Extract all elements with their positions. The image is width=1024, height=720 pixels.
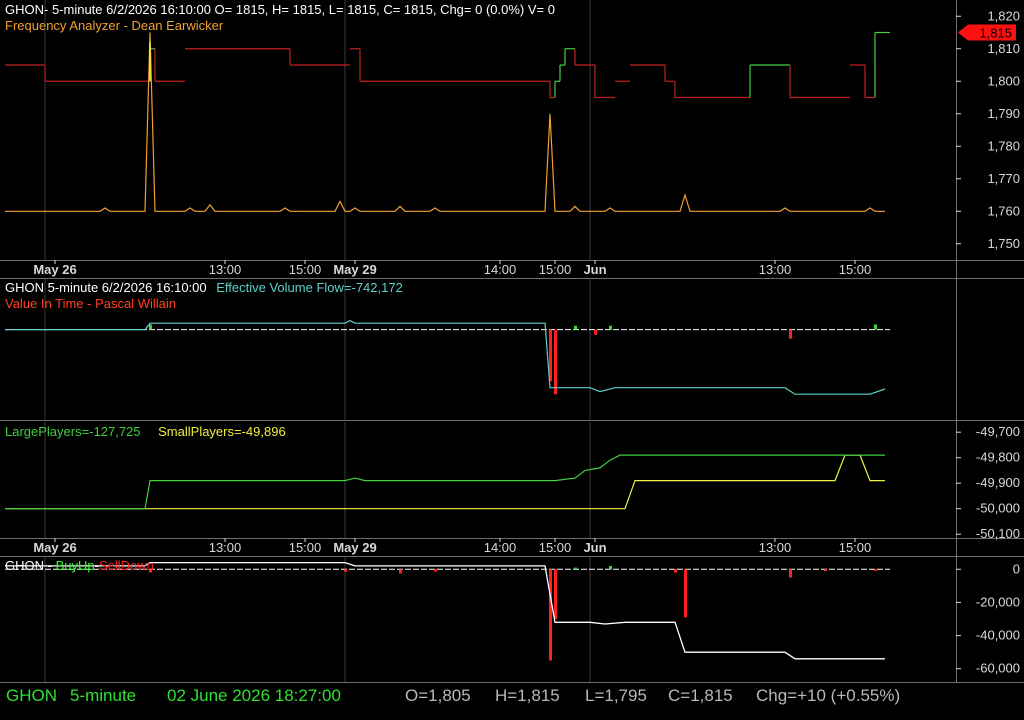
y-tick-label: 1,820 [987, 8, 1020, 23]
x-tick-label: May 26 [33, 540, 76, 555]
y-tick-label: 1,760 [987, 203, 1020, 218]
x-tick-label: Jun [583, 262, 606, 277]
x-tick-label: 15:00 [839, 262, 872, 277]
vit-bar [149, 324, 152, 330]
status-open: O=1,805 [405, 686, 471, 705]
buysell-bar [789, 569, 792, 578]
price-header-ohlc: GHON- 5-minute 6/2/2026 16:10:00 O= 1815… [5, 2, 555, 17]
vit-bar [594, 329, 597, 335]
status-high: H=1,815 [495, 686, 560, 705]
players-pane-header: LargePlayers=-127,725 SmallPlayers=-49,8… [5, 424, 286, 440]
large-players-label: LargePlayers=-127,725 [5, 424, 141, 439]
frequency-analyzer-title: Frequency Analyzer - Dean Earwicker [5, 18, 224, 33]
x-tick-label: 15:00 [289, 540, 322, 555]
buysell-bar [434, 569, 437, 572]
y-tick-label: 1,780 [987, 138, 1020, 153]
buyup-selldown-line [5, 561, 885, 660]
y-tick-label: 1,790 [987, 106, 1020, 121]
x-tick-label: 14:00 [484, 262, 517, 277]
price-pane-header: GHON- 5-minute 6/2/2026 16:10:00 O= 1815… [5, 2, 555, 18]
x-tick-label: 13:00 [209, 540, 242, 555]
y-tick-label: -49,700 [976, 424, 1020, 439]
buysell-bar [549, 569, 552, 661]
status-close: C=1,815 [668, 686, 733, 705]
status-low: L=1,795 [585, 686, 647, 705]
y-tick-label: 1,800 [987, 73, 1020, 88]
status-symbol: GHON [6, 686, 57, 705]
small-players-line [5, 454, 885, 510]
selldown-label: SellDown [98, 558, 154, 573]
y-tick-label: -20,000 [976, 594, 1020, 609]
x-tick-label: Jun [583, 540, 606, 555]
x-tick-label: 13:00 [759, 540, 792, 555]
y-tick-label: -40,000 [976, 628, 1020, 643]
x-tick-label: May 29 [333, 262, 376, 277]
vit-bar [574, 325, 577, 330]
status-interval: 5-minute [70, 686, 137, 705]
buysell-ghon-label: GHON - [5, 558, 56, 573]
buysell-bar [609, 565, 612, 570]
x-tick-label: 15:00 [539, 540, 572, 555]
buyup-label: BuyUp [55, 558, 95, 573]
vit-bar [554, 329, 557, 395]
effective-volume-flow-line [5, 319, 886, 395]
y-tick-label: 0 [1013, 561, 1020, 576]
small-players-label: SmallPlayers=-49,896 [158, 424, 286, 439]
buysell-bar [684, 569, 687, 618]
status-change: Chg=+10 (+0.55%) [756, 686, 901, 705]
buysell-bar [824, 569, 827, 571]
x-tick-label: May 26 [33, 262, 76, 277]
x-tick-label: 13:00 [759, 262, 792, 277]
x-tick-label: May 29 [333, 540, 376, 555]
x-tick-label: 13:00 [209, 262, 242, 277]
y-tick-label: -49,800 [976, 450, 1020, 465]
y-tick-label: -60,000 [976, 661, 1020, 676]
buysell-pane-header: GHON - BuyUp-SellDown [5, 558, 154, 574]
y-tick-label: -50,100 [976, 526, 1020, 541]
y-tick-label: 1,810 [987, 41, 1020, 56]
x-tick-label: 15:00 [839, 540, 872, 555]
vit-header-prefix: GHON 5-minute 6/2/2026 16:10:00 [5, 280, 207, 295]
buysell-bar [344, 569, 347, 572]
vit-bar [609, 325, 612, 330]
vit-bar [789, 329, 792, 339]
vit-pane-header: GHON 5-minute 6/2/2026 16:10:00 Effectiv… [5, 280, 403, 296]
status-bar: GHON 5-minute 02 June 2026 18:27:00 O=1,… [0, 684, 1024, 708]
y-tick-label: -50,000 [976, 501, 1020, 516]
buysell-bar [399, 569, 402, 574]
x-tick-label: 15:00 [289, 262, 322, 277]
y-tick-label: 1,770 [987, 171, 1020, 186]
large-players-line [5, 454, 885, 510]
buysell-bar [574, 567, 577, 570]
y-tick-label: 1,750 [987, 236, 1020, 251]
vit-header-evf: Effective Volume Flow=-742,172 [216, 280, 403, 295]
last-price-label: 1,815 [979, 26, 1012, 41]
buysell-bar [874, 569, 877, 571]
status-datetime: 02 June 2026 18:27:00 [167, 686, 341, 705]
chart-canvas: May 26 13:00 15:00 May 29 14:00 15:00 Jun 13:00… [0, 0, 1024, 683]
frequency-analyzer-line [5, 32, 885, 212]
x-tick-label: 15:00 [539, 262, 572, 277]
vit-bar [874, 324, 877, 330]
value-in-time-title: Value In Time - Pascal Willain [5, 296, 176, 311]
x-tick-label: 14:00 [484, 540, 517, 555]
buysell-bar [554, 569, 557, 619]
y-tick-label: -49,900 [976, 475, 1020, 490]
buysell-bar [674, 569, 677, 573]
